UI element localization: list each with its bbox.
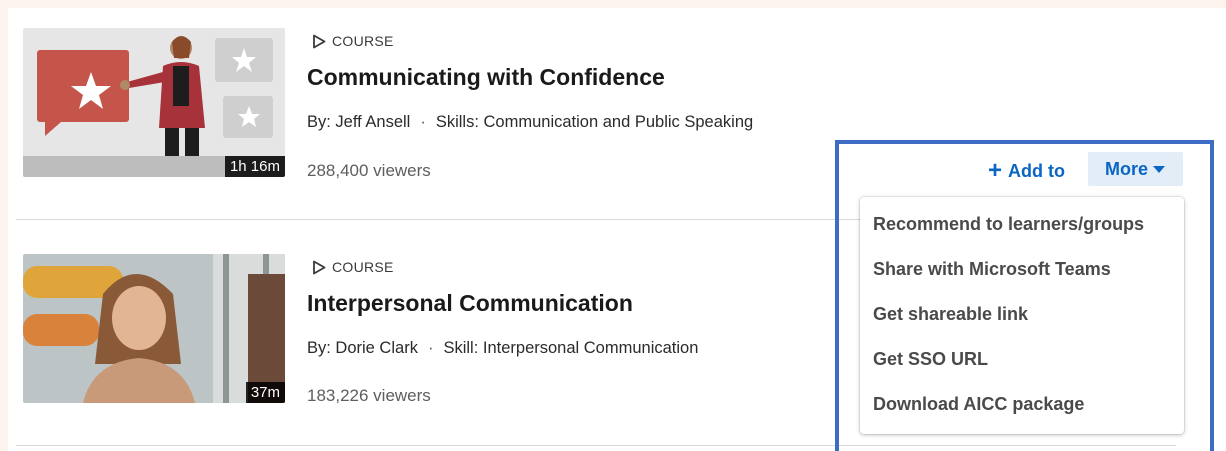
course-skills: Skills: Communication and Public Speakin… <box>435 113 754 131</box>
course-title[interactable]: Interpersonal Communication <box>307 290 633 317</box>
course-author[interactable]: By: Dorie Clark <box>307 339 418 358</box>
course-thumbnail[interactable]: 37m <box>23 254 285 403</box>
menu-item-recommend[interactable]: Recommend to learners/groups <box>860 202 1184 247</box>
course-meta: By: Jeff Ansell · Skills: Communication … <box>307 113 753 132</box>
course-meta: By: Dorie Clark · Skill: Interpersonal C… <box>307 339 698 358</box>
more-dropdown-menu: Recommend to learners/groups Share with … <box>860 197 1184 434</box>
play-outline-icon <box>313 34 326 48</box>
course-type-label: COURSE <box>312 259 394 275</box>
course-type-label: COURSE <box>312 33 394 49</box>
more-label: More <box>1104 158 1148 179</box>
course-author[interactable]: By: Jeff Ansell <box>307 113 410 132</box>
menu-item-share-teams[interactable]: Share with Microsoft Teams <box>860 247 1184 292</box>
plus-icon: + <box>988 157 1003 184</box>
menu-item-download-aicc[interactable]: Download AICC package <box>860 382 1184 427</box>
caret-down-icon <box>1153 166 1165 173</box>
add-to-label: Add to <box>1008 160 1065 181</box>
course-tag-text: COURSE <box>332 33 394 49</box>
add-to-button[interactable]: + Add to <box>988 156 1065 186</box>
presenter-illustration <box>23 28 285 177</box>
course-tag-text: COURSE <box>332 259 394 275</box>
course-skills: Skill: Interpersonal Communication <box>443 339 699 357</box>
course-viewers: 288,400 viewers <box>307 161 431 180</box>
duration-badge: 37m <box>245 382 285 403</box>
course-viewers: 183,226 viewers <box>307 386 431 405</box>
menu-item-shareable-link[interactable]: Get shareable link <box>860 292 1184 337</box>
menu-item-sso-url[interactable]: Get SSO URL <box>860 337 1184 382</box>
meta-separator: · <box>420 113 426 131</box>
course-title[interactable]: Communicating with Confidence <box>307 64 665 91</box>
course-thumbnail[interactable]: 1h 16m <box>23 28 285 177</box>
duration-badge: 1h 16m <box>224 156 285 177</box>
play-outline-icon <box>313 260 326 274</box>
meta-separator: · <box>427 339 434 357</box>
more-button[interactable]: More <box>1088 152 1183 186</box>
instructor-photo <box>23 254 285 403</box>
